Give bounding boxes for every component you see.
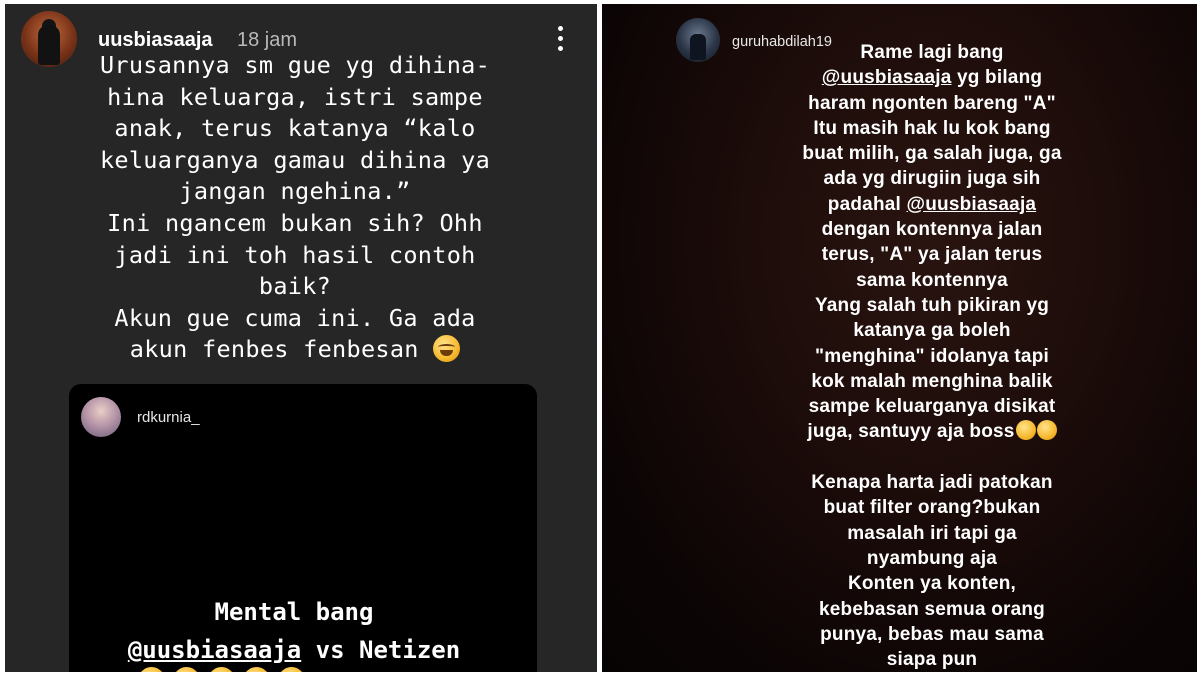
story-line: buat milih, ga salah juga, ga — [802, 143, 1062, 165]
story-line: padahal @uusbiasaaja — [827, 193, 1037, 215]
caption-line: Akun gue cuma ini. Ga ada — [114, 303, 476, 332]
shared-post-card[interactable]: rdkurnia_ Mental bang @uusbiasaaja vs Ne… — [69, 384, 537, 672]
story-line: kebebasan semua orang — [819, 598, 1045, 620]
story-line: juga, santuyy aja boss — [742, 419, 1122, 444]
story-line: siapa pun — [886, 649, 978, 671]
story-line: @uusbiasaaja yg bilang — [821, 67, 1043, 89]
shared-post-line: @uusbiasaaja vs Netizen — [69, 631, 519, 669]
shared-post-line-rest: vs Netizen — [301, 636, 461, 664]
story-line-text: juga, santuyy aja boss — [807, 421, 1015, 443]
more-options-icon[interactable] — [554, 24, 566, 56]
story-line: dengan kontennya jalan — [821, 219, 1043, 241]
story-line: Yang salah tuh pikiran yg — [814, 294, 1050, 316]
caption-line-text: akun fenbes fenbesan — [129, 335, 419, 364]
story-line: Rame lagi bang — [860, 42, 1004, 63]
face-with-tears-of-joy-icon — [433, 335, 461, 363]
story-line: sama kontennya — [856, 269, 1008, 291]
story-line: nyambung aja — [866, 547, 998, 569]
caption-line: Urusannya sm gue yg dihina- — [99, 51, 491, 79]
story-line: Itu masih hak lu kok bang — [813, 117, 1051, 139]
story-line: Konten ya konten, — [847, 573, 1017, 595]
story-line: masalah iri tapi ga — [847, 522, 1017, 544]
story-text: Rame lagi bang @uusbiasaaja yg bilang ha… — [742, 40, 1122, 672]
story-line: katanya ga boleh — [853, 320, 1011, 342]
caption-line: keluarganya gamau dihina ya — [99, 145, 491, 174]
left-story-panel: uusbiasaaja 18 jam Urusannya sm gue yg d… — [5, 4, 597, 672]
caption-line: hina keluarga, istri sampe — [107, 82, 483, 111]
shared-post-emoji-row — [138, 667, 313, 672]
caption-line: anak, terus katanya “kalo — [114, 114, 476, 143]
face-with-tears-of-joy-icon — [278, 667, 305, 672]
face-with-tears-of-joy-icon — [208, 667, 235, 672]
mention-link[interactable]: @uusbiasaaja — [822, 67, 952, 88]
story-line: punya, bebas mau sama — [820, 623, 1044, 645]
face-with-tears-of-joy-icon — [243, 667, 270, 672]
mention-link[interactable]: @uusbiasaaja — [906, 194, 1036, 215]
caption-line: akun fenbes fenbesan — [55, 334, 535, 366]
shared-post-avatar[interactable] — [81, 397, 121, 437]
shared-post-line: Mental bang — [214, 598, 374, 626]
story-line: sampe keluarganya disikat — [808, 396, 1056, 418]
caption-line: jangan ngehina.” — [179, 177, 411, 206]
shared-post-username[interactable]: rdkurnia_ — [137, 409, 200, 426]
story-line: buat filter orang?bukan — [823, 497, 1041, 519]
story-line: "menghina" idolanya tapi — [815, 345, 1049, 367]
rolling-on-the-floor-laughing-icon — [1015, 420, 1036, 441]
story-timestamp: 18 jam — [237, 29, 298, 51]
story-line: haram ngonten bareng "A" — [808, 92, 1056, 114]
story-line: ada yg dirugiin juga sih — [823, 168, 1041, 190]
rolling-on-the-floor-laughing-icon — [1036, 420, 1057, 441]
story-username[interactable]: uusbiasaaja — [98, 29, 213, 52]
face-with-tears-of-joy-icon — [173, 667, 200, 672]
face-with-tears-of-joy-icon — [138, 667, 165, 672]
line-spacer — [742, 445, 1122, 470]
right-story-panel: guruhabdilah19 Rame lagi bang @uusbiasaa… — [602, 4, 1197, 672]
caption-line: baik? — [258, 272, 332, 301]
story-line: terus, "A" ya jalan terus — [821, 244, 1043, 266]
caption-line: jadi ini toh hasil contoh — [114, 240, 476, 269]
story-line: Kenapa harta jadi patokan — [811, 472, 1053, 494]
shared-post-text: Mental bang @uusbiasaaja vs Netizen — [69, 593, 519, 669]
mention-link[interactable]: @uusbiasaaja — [128, 636, 301, 664]
story-caption: Urusannya sm gue yg dihina- hina keluarg… — [55, 50, 535, 366]
story-line: kok malah menghina balik — [811, 370, 1053, 392]
avatar[interactable] — [676, 18, 720, 62]
caption-line: Ini ngancem bukan sih? Ohh — [107, 208, 483, 237]
